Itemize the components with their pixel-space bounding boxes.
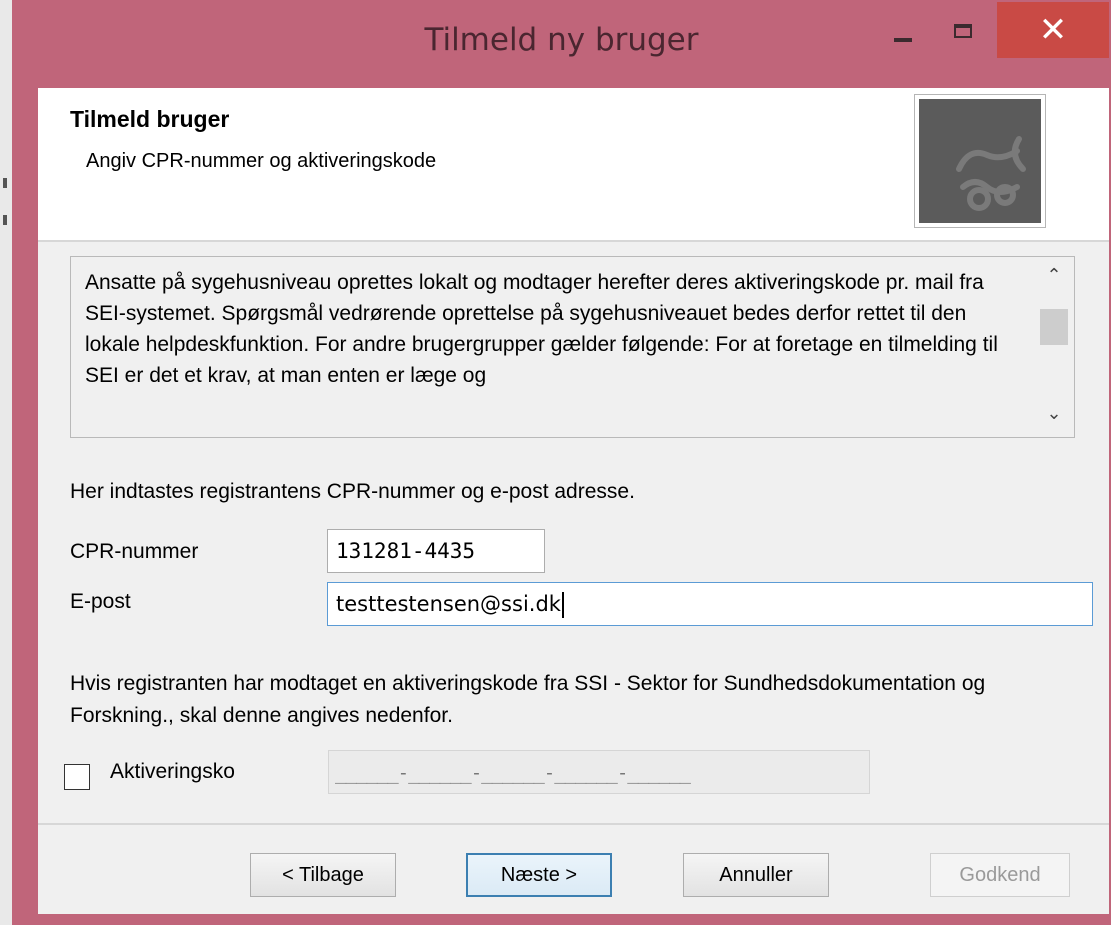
footer-divider xyxy=(38,823,1109,825)
form-intro-text: Her indtastes registrantens CPR-nummer o… xyxy=(70,480,635,503)
background-mark xyxy=(3,215,7,225)
close-button[interactable]: ✕ xyxy=(997,2,1109,58)
activation-code-field[interactable]: ______-______-______-______-______ xyxy=(328,750,870,794)
cancel-button[interactable]: Annuller xyxy=(683,853,829,897)
approve-button[interactable]: Godkend xyxy=(930,853,1070,897)
chevron-up-icon[interactable]: ⌃ xyxy=(1034,265,1074,293)
next-button[interactable]: Næste > xyxy=(466,853,612,897)
page-title: Tilmeld bruger xyxy=(70,106,230,132)
dialog-client-area: Tilmeld bruger Angiv CPR-nummer og aktiv… xyxy=(38,88,1109,914)
email-field[interactable]: testtestensen@ssi.dk xyxy=(327,582,1093,626)
text-caret xyxy=(561,592,564,618)
wizard-header: Tilmeld bruger Angiv CPR-nummer og aktiv… xyxy=(38,88,1109,242)
dialog-window: Tilmeld ny bruger ✕ Tilmeld bruger Angiv… xyxy=(12,0,1111,925)
activation-hint-text: Hvis registranten har modtaget en aktive… xyxy=(70,672,986,727)
activation-label[interactable]: Aktiveringsko xyxy=(110,760,235,784)
minimize-button[interactable] xyxy=(872,8,934,48)
info-text-box[interactable]: Ansatte på sygehusniveau oprettes lokalt… xyxy=(70,256,1075,438)
email-label: E-post xyxy=(70,590,131,613)
info-text: Ansatte på sygehusniveau oprettes lokalt… xyxy=(85,271,998,387)
vertical-scrollbar[interactable]: ⌃ ⌄ xyxy=(1034,257,1074,437)
page-subtitle: Angiv CPR-nummer og aktiveringskode xyxy=(86,150,437,172)
activation-checkbox[interactable] xyxy=(64,764,90,790)
back-button[interactable]: < Tilbage xyxy=(250,853,396,897)
email-value: testtestensen@ssi.dk xyxy=(336,592,561,616)
logo-frame xyxy=(914,94,1046,228)
close-icon: ✕ xyxy=(1038,10,1068,50)
scrollbar-thumb[interactable] xyxy=(1040,309,1068,345)
maximize-button[interactable] xyxy=(934,8,994,48)
cpr-input[interactable]: 131281-4435 xyxy=(327,529,545,573)
cpr-label: CPR-nummer xyxy=(70,540,199,563)
title-bar[interactable]: Tilmeld ny bruger ✕ xyxy=(12,0,1111,88)
background-window-edge xyxy=(0,0,12,925)
crown-logo-icon xyxy=(919,99,1041,223)
background-mark xyxy=(3,178,7,188)
chevron-down-icon[interactable]: ⌄ xyxy=(1034,403,1074,431)
